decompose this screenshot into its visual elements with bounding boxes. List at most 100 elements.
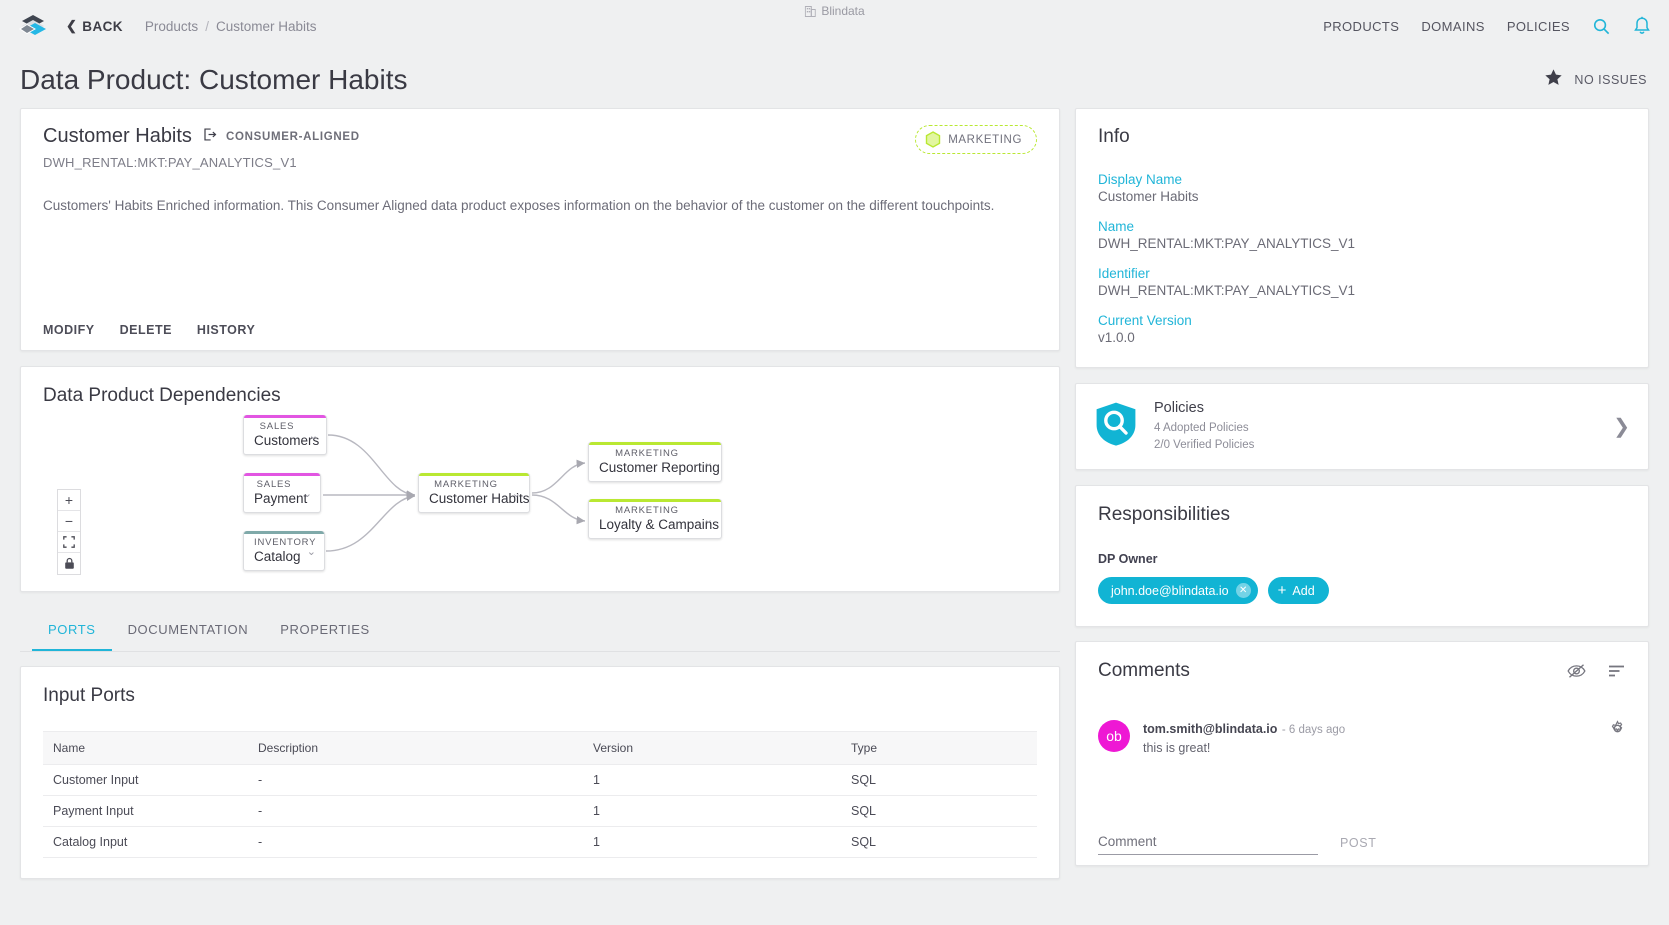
- nav-policies[interactable]: POLICIES: [1507, 19, 1570, 34]
- info-title: Info: [1098, 126, 1130, 147]
- graph-node-name: Customers: [254, 433, 320, 448]
- comment-author: tom.smith@blindata.io: [1143, 722, 1278, 737]
- dependencies-card: Data Product Dependencies + − SALES Cust…: [20, 366, 1060, 592]
- left-column: Customer Habits CONSUMER-ALIGNED DWH_REN…: [20, 108, 1060, 879]
- cell-type: SQL: [841, 826, 1037, 858]
- input-ports-table: Name Description Version Type Customer I…: [43, 731, 1037, 858]
- history-button[interactable]: HISTORY: [197, 323, 255, 337]
- graph-node-name: Customer Reporting: [599, 460, 720, 475]
- tab-ports[interactable]: PORTS: [32, 608, 112, 651]
- chevron-down-icon[interactable]: ⌄: [309, 429, 318, 442]
- graph-node-name: Loyalty & Campains: [599, 517, 720, 532]
- nav-domains[interactable]: DOMAINS: [1421, 19, 1484, 34]
- page-body: Customer Habits CONSUMER-ALIGNED DWH_REN…: [0, 108, 1669, 879]
- app-name: Blindata: [804, 4, 865, 18]
- comment-time: - 6 days ago: [1281, 724, 1346, 737]
- cell-version: 1: [583, 826, 841, 858]
- nav-products[interactable]: PRODUCTS: [1323, 19, 1399, 34]
- issues-indicator[interactable]: NO ISSUES: [1544, 68, 1647, 92]
- cell-version: 1: [583, 795, 841, 827]
- chevron-down-icon[interactable]: ⌄: [303, 487, 312, 500]
- delete-button[interactable]: DELETE: [120, 323, 172, 337]
- tab-documentation[interactable]: DOCUMENTATION: [112, 608, 265, 651]
- add-owner-label: Add: [1292, 583, 1315, 598]
- graph-node-payment[interactable]: SALES Payment ⌄: [243, 473, 321, 513]
- top-bar: ❮ BACK Products / Customer Habits Blinda…: [0, 0, 1669, 52]
- lock-button[interactable]: [58, 553, 80, 574]
- add-owner-button[interactable]: + Add: [1267, 577, 1329, 605]
- graph-node-domain: SALES: [259, 421, 295, 432]
- graph-node-name: Payment: [254, 491, 308, 506]
- breadcrumb-current: Customer Habits: [215, 18, 317, 34]
- table-row[interactable]: Payment Input - 1 SQL: [43, 795, 1037, 827]
- dependencies-title: Data Product Dependencies: [43, 385, 281, 406]
- modify-button[interactable]: MODIFY: [43, 323, 95, 337]
- chevron-down-icon[interactable]: ⌄: [307, 545, 316, 558]
- post-comment-button[interactable]: POST: [1340, 836, 1376, 855]
- cell-type: SQL: [841, 764, 1037, 796]
- close-circle-icon[interactable]: ✕: [1235, 583, 1251, 599]
- table-row[interactable]: Customer Input - 1 SQL: [43, 764, 1037, 796]
- input-ports-title: Input Ports: [43, 685, 135, 706]
- breadcrumb-products[interactable]: Products: [145, 19, 198, 34]
- cell-description: -: [248, 764, 583, 796]
- owner-chip[interactable]: john.doe@blindata.io ✕: [1098, 577, 1258, 605]
- page-header: Data Product: Customer Habits NO ISSUES: [0, 52, 1669, 108]
- product-title-row: Customer Habits CONSUMER-ALIGNED: [43, 125, 1037, 148]
- cell-name: Customer Input: [43, 764, 248, 796]
- chevron-down-icon[interactable]: ⌄: [512, 487, 521, 500]
- search-icon[interactable]: [1592, 17, 1611, 36]
- top-nav: PRODUCTS DOMAINS POLICIES: [1323, 16, 1651, 36]
- tab-properties[interactable]: PROPERTIES: [264, 608, 386, 651]
- hexagon-icon: [925, 131, 941, 148]
- info-value-identifier: DWH_RENTAL:MKT:PAY_ANALYTICS_V1: [1098, 283, 1356, 298]
- notifications-icon[interactable]: [1633, 16, 1651, 36]
- page-title: Data Product: Customer Habits: [20, 64, 408, 95]
- chevron-down-icon[interactable]: ⌄: [704, 513, 713, 526]
- graph-node-domain: MARKETING: [615, 505, 679, 516]
- graph-node-customer-reporting[interactable]: MARKETING Customer Reporting ⌄: [588, 442, 722, 482]
- owner-email: john.doe@blindata.io: [1111, 583, 1229, 598]
- back-button[interactable]: ❮ BACK: [66, 18, 123, 34]
- info-label-current-version: Current Version: [1098, 313, 1192, 328]
- info-value-current-version: v1.0.0: [1098, 330, 1135, 345]
- app-name-label: Blindata: [821, 4, 865, 18]
- info-fields: Display Name Customer Habits Name DWH_RE…: [1098, 172, 1626, 345]
- chevron-left-icon: ❮: [66, 18, 78, 33]
- building-icon: [804, 6, 816, 17]
- fit-screen-button[interactable]: [58, 532, 80, 553]
- blindata-logo[interactable]: [18, 11, 48, 41]
- dependency-graph[interactable]: + − SALES Customers ⌄ SALES Payment ⌄ IN…: [43, 411, 1037, 586]
- product-actions: MODIFY DELETE HISTORY: [43, 323, 255, 337]
- info-label-display-name: Display Name: [1098, 172, 1183, 187]
- zoom-out-button[interactable]: −: [58, 511, 80, 532]
- star-icon: [1544, 68, 1563, 92]
- responsibilities-card: Responsibilities DP Owner john.doe@blind…: [1075, 485, 1649, 628]
- graph-node-loyalty-campaigns[interactable]: MARKETING Loyalty & Campains ⌄: [588, 499, 722, 539]
- plus-icon: +: [1277, 582, 1287, 600]
- comments-actions: [1567, 663, 1626, 679]
- cell-name: Catalog Input: [43, 826, 248, 858]
- breadcrumb-separator: /: [205, 18, 209, 34]
- gear-icon[interactable]: [1609, 720, 1626, 755]
- graph-node-domain: SALES: [256, 479, 292, 490]
- comment-meta: tom.smith@blindata.io - 6 days ago: [1143, 720, 1345, 738]
- alignment-tag: CONSUMER-ALIGNED: [225, 130, 360, 143]
- chevron-down-icon[interactable]: ⌄: [704, 456, 713, 469]
- domain-chip-marketing[interactable]: MARKETING: [915, 125, 1037, 154]
- issues-label: NO ISSUES: [1574, 73, 1647, 87]
- product-summary-card: Customer Habits CONSUMER-ALIGNED DWH_REN…: [20, 108, 1060, 351]
- policies-card[interactable]: Policies 4 Adopted Policies 2/0 Verified…: [1075, 383, 1649, 471]
- comment-input[interactable]: [1098, 834, 1318, 856]
- graph-node-customer-habits[interactable]: MARKETING Customer Habits ⌄: [418, 473, 530, 513]
- comments-header: Comments: [1098, 660, 1626, 682]
- zoom-in-button[interactable]: +: [58, 490, 80, 511]
- graph-controls: + −: [57, 489, 81, 575]
- export-icon[interactable]: [202, 127, 217, 147]
- graph-node-catalog[interactable]: INVENTORY Catalog ⌄: [243, 531, 325, 571]
- sort-icon[interactable]: [1608, 664, 1626, 678]
- graph-node-customers[interactable]: SALES Customers ⌄: [243, 415, 327, 455]
- table-row[interactable]: Catalog Input - 1 SQL: [43, 826, 1037, 858]
- eye-off-icon[interactable]: [1567, 663, 1586, 679]
- chevron-right-icon[interactable]: ❯: [1613, 414, 1630, 439]
